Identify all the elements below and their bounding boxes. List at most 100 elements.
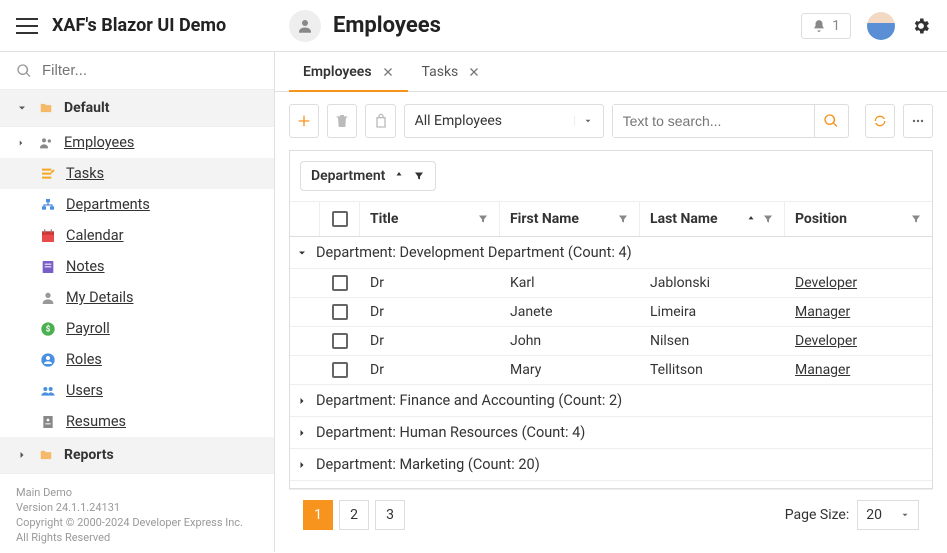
table-row[interactable]: DrKarlJablonskiDeveloper bbox=[290, 269, 932, 298]
more-button[interactable] bbox=[903, 104, 933, 138]
nav-group-label: Reports bbox=[64, 447, 114, 463]
page-button[interactable]: 3 bbox=[375, 500, 405, 530]
menu-toggle-icon[interactable] bbox=[16, 18, 38, 34]
table-row[interactable]: DrJaneteLimeiraManager bbox=[290, 298, 932, 327]
row-checkbox[interactable] bbox=[332, 275, 348, 291]
app-title: XAF's Blazor UI Demo bbox=[52, 15, 226, 36]
bell-icon bbox=[812, 19, 826, 33]
cell-first-name: Karl bbox=[500, 269, 640, 297]
row-checkbox[interactable] bbox=[332, 333, 348, 349]
row-checkbox[interactable] bbox=[332, 362, 348, 378]
user-avatar[interactable] bbox=[867, 12, 895, 40]
group-row[interactable]: Department: Finance and Accounting (Coun… bbox=[290, 385, 932, 417]
close-icon[interactable] bbox=[468, 66, 480, 78]
select-all-checkbox[interactable] bbox=[332, 211, 348, 227]
column-header-lastname[interactable]: Last Name bbox=[640, 202, 785, 236]
sidebar-item-label: Departments bbox=[66, 196, 150, 213]
cell-last-name: Limeira bbox=[640, 298, 785, 326]
sidebar-item-label: Tasks bbox=[66, 165, 104, 182]
sidebar-item-resumes[interactable]: Resumes bbox=[0, 406, 274, 437]
view-selector[interactable]: All Employees bbox=[404, 104, 604, 138]
search-input[interactable] bbox=[613, 105, 814, 137]
cell-last-name: Nilsen bbox=[640, 327, 785, 355]
nav-group-label: Default bbox=[64, 100, 109, 116]
column-header-title[interactable]: Title bbox=[360, 202, 500, 236]
page-title: Employees bbox=[333, 13, 441, 38]
sidebar-item-roles[interactable]: Roles bbox=[0, 344, 274, 375]
refresh-icon bbox=[872, 113, 888, 129]
chevron-down-icon bbox=[16, 102, 28, 114]
group-row[interactable]: Department: Mergers and Acquisitions (Co… bbox=[290, 481, 932, 488]
sidebar-item-notes[interactable]: Notes bbox=[0, 251, 274, 282]
sidebar-item-users[interactable]: Users bbox=[0, 375, 274, 406]
cell-position-link[interactable]: Manager bbox=[795, 304, 850, 320]
delete-button[interactable] bbox=[327, 104, 357, 138]
table-row[interactable]: DrJohnNilsen Developer bbox=[290, 327, 932, 356]
employees-icon bbox=[38, 135, 54, 151]
sidebar-item-payroll[interactable]: $ Payroll bbox=[0, 313, 274, 344]
sidebar: Default Employees Tasks Departments bbox=[0, 52, 275, 552]
refresh-button[interactable] bbox=[865, 104, 895, 138]
group-row[interactable]: Department: Marketing (Count: 20) bbox=[290, 449, 932, 481]
filter-icon[interactable] bbox=[413, 170, 425, 182]
group-panel-chip[interactable]: Department bbox=[300, 161, 436, 191]
page-button[interactable]: 2 bbox=[339, 500, 369, 530]
notifications-button[interactable]: 1 bbox=[801, 13, 851, 39]
caret-down-icon bbox=[574, 116, 593, 126]
sidebar-item-departments[interactable]: Departments bbox=[0, 189, 274, 220]
cell-first-name: John bbox=[500, 327, 640, 355]
sidebar-filter-input[interactable] bbox=[42, 62, 258, 79]
group-chip-label: Department bbox=[311, 168, 385, 184]
tab-employees[interactable]: Employees bbox=[289, 52, 408, 91]
row-checkbox[interactable] bbox=[332, 304, 348, 320]
cell-first-name: Mary bbox=[500, 356, 640, 384]
sidebar-footer: Main Demo Version 24.1.1.24131 Copyright… bbox=[0, 478, 274, 553]
page-button[interactable]: 1 bbox=[303, 500, 333, 530]
page-size-value: 20 bbox=[866, 507, 882, 523]
nav-group-default[interactable]: Default bbox=[0, 90, 274, 127]
page-size-label: Page Size: bbox=[785, 507, 850, 523]
unlink-button[interactable] bbox=[365, 104, 395, 138]
tab-tasks[interactable]: Tasks bbox=[408, 52, 495, 91]
sidebar-item-calendar[interactable]: Calendar bbox=[0, 220, 274, 251]
roles-icon bbox=[40, 352, 56, 368]
group-row-label: Department: Development Department (Coun… bbox=[316, 244, 632, 261]
gear-icon[interactable] bbox=[911, 16, 931, 36]
cell-last-name: Tellitson bbox=[640, 356, 785, 384]
user-icon bbox=[40, 290, 56, 306]
cell-title: Dr bbox=[360, 327, 500, 355]
filter-icon[interactable] bbox=[762, 213, 774, 225]
table-row[interactable]: DrMaryTellitson Manager bbox=[290, 356, 932, 385]
users-icon bbox=[40, 383, 56, 399]
chevron-right-icon bbox=[16, 138, 26, 148]
plus-icon bbox=[296, 113, 312, 129]
filter-icon[interactable] bbox=[617, 213, 629, 225]
filter-icon[interactable] bbox=[910, 213, 922, 225]
cell-position-link[interactable]: Developer bbox=[795, 333, 857, 349]
page-size-selector[interactable]: 20 bbox=[857, 500, 919, 530]
cell-position-link[interactable]: Developer bbox=[795, 275, 857, 291]
page-icon bbox=[289, 10, 321, 42]
nav-group-reports[interactable]: Reports bbox=[0, 437, 274, 474]
sidebar-item-label: Notes bbox=[66, 258, 105, 275]
notes-icon bbox=[40, 259, 56, 275]
view-selector-value: All Employees bbox=[415, 113, 502, 129]
group-row[interactable]: Department: Human Resources (Count: 4) bbox=[290, 417, 932, 449]
filter-icon[interactable] bbox=[477, 213, 489, 225]
sidebar-item-tasks[interactable]: Tasks bbox=[0, 158, 274, 189]
group-row-label: Department: Human Resources (Count: 4) bbox=[316, 424, 585, 441]
cell-last-name: Jablonski bbox=[640, 269, 785, 297]
group-row[interactable]: Department: Development Department (Coun… bbox=[290, 237, 932, 269]
sidebar-item-employees[interactable]: Employees bbox=[0, 127, 274, 158]
svg-text:$: $ bbox=[46, 324, 51, 333]
cell-position-link[interactable]: Manager bbox=[795, 362, 850, 378]
search-button[interactable] bbox=[814, 105, 848, 137]
caret-down-icon bbox=[900, 510, 910, 520]
sidebar-item-label: Payroll bbox=[66, 320, 110, 337]
new-button[interactable] bbox=[289, 104, 319, 138]
column-header-firstname[interactable]: First Name bbox=[500, 202, 640, 236]
column-header-position[interactable]: Position bbox=[785, 202, 932, 236]
sidebar-item-mydetails[interactable]: My Details bbox=[0, 282, 274, 313]
cell-title: Dr bbox=[360, 356, 500, 384]
close-icon[interactable] bbox=[382, 66, 394, 78]
